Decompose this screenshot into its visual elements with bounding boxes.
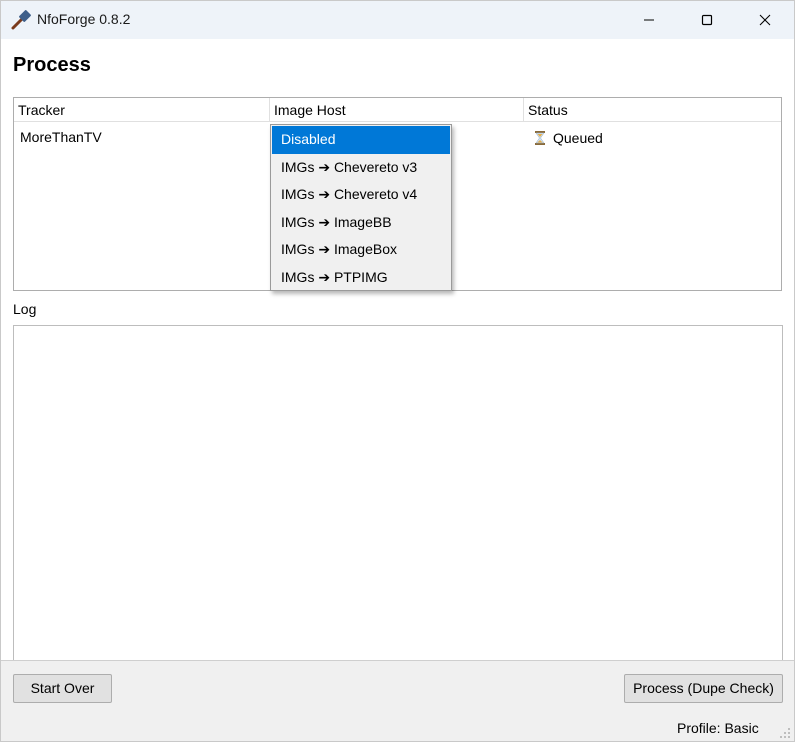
start-over-button[interactable]: Start Over <box>13 674 112 703</box>
dropdown-option-chevereto-v4[interactable]: IMGs ➔ Chevereto v4 <box>272 181 450 209</box>
maximize-button[interactable] <box>678 1 736 39</box>
table-header: Tracker Image Host Status <box>14 98 781 122</box>
status-label: Queued <box>553 130 603 146</box>
minimize-button[interactable] <box>620 1 678 39</box>
page-title: Process <box>13 54 91 76</box>
minimize-icon <box>644 19 654 21</box>
column-header-image-host[interactable]: Image Host <box>270 98 524 122</box>
dropdown-option-ptpimg[interactable]: IMGs ➔ PTPIMG <box>272 264 450 292</box>
log-textarea[interactable] <box>13 325 783 661</box>
hammer-icon <box>11 10 31 30</box>
resize-grip-icon[interactable] <box>779 727 791 739</box>
maximize-icon <box>701 14 713 26</box>
title-bar[interactable]: NfoForge 0.8.2 <box>1 1 794 39</box>
dropdown-option-imagebb[interactable]: IMGs ➔ ImageBB <box>272 209 450 237</box>
close-icon <box>759 14 771 26</box>
profile-status: Profile: Basic <box>677 720 759 736</box>
app-window: NfoForge 0.8.2 Process Tracker Image Hos… <box>0 0 795 742</box>
window-title: NfoForge 0.8.2 <box>37 11 131 27</box>
log-label: Log <box>13 301 37 317</box>
hourglass-icon <box>535 131 545 145</box>
status-cell: Queued <box>532 130 603 146</box>
footer-divider <box>1 660 794 661</box>
process-dupe-check-button[interactable]: Process (Dupe Check) <box>624 674 783 703</box>
dropdown-option-disabled[interactable]: Disabled <box>272 126 450 154</box>
column-header-status[interactable]: Status <box>524 98 781 122</box>
image-host-dropdown[interactable]: Disabled IMGs ➔ Chevereto v3 IMGs ➔ Chev… <box>270 124 452 291</box>
dropdown-option-chevereto-v3[interactable]: IMGs ➔ Chevereto v3 <box>272 154 450 182</box>
column-header-tracker[interactable]: Tracker <box>14 98 270 122</box>
close-button[interactable] <box>736 1 794 39</box>
tracker-cell: MoreThanTV <box>20 129 102 145</box>
dropdown-option-imagebox[interactable]: IMGs ➔ ImageBox <box>272 236 450 264</box>
